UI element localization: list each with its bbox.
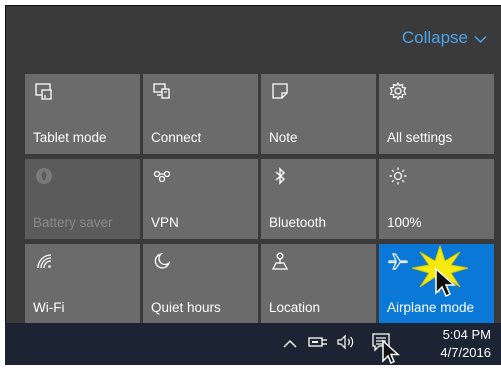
- tile-vpn[interactable]: VPN: [143, 159, 258, 239]
- gear-icon: [387, 80, 409, 102]
- action-center-panel: Collapse Tablet mode Connect Note All se…: [5, 5, 501, 324]
- tile-wifi[interactable]: Wi-Fi: [25, 244, 140, 324]
- tile-label: Connect: [151, 130, 202, 145]
- wifi-icon: [33, 250, 55, 272]
- tile-label: Airplane mode: [387, 300, 475, 315]
- screenshot-frame: Collapse Tablet mode Connect Note All se…: [0, 0, 501, 389]
- tile-all-settings[interactable]: All settings: [379, 74, 494, 154]
- brightness-icon: [387, 165, 409, 187]
- tile-brightness[interactable]: 100%: [379, 159, 494, 239]
- tile-label: 100%: [387, 215, 422, 230]
- tile-label: Bluetooth: [269, 215, 327, 230]
- chevron-down-icon: [474, 32, 487, 47]
- tile-label: Quiet hours: [151, 300, 221, 315]
- tile-note[interactable]: Note: [261, 74, 376, 154]
- tile-label: Battery saver: [33, 215, 113, 230]
- tile-airplane-mode[interactable]: Airplane mode: [379, 244, 494, 324]
- tile-label: Tablet mode: [33, 130, 107, 145]
- collapse-label: Collapse: [401, 28, 468, 47]
- tile-label: VPN: [151, 215, 179, 230]
- bluetooth-icon: [269, 165, 291, 187]
- network-icon[interactable]: [308, 335, 328, 353]
- note-icon: [269, 80, 291, 102]
- tile-quiet-hours[interactable]: Quiet hours: [143, 244, 258, 324]
- tablet-mode-icon: [33, 80, 55, 102]
- taskbar-clock[interactable]: 5:04 PM 4/7/2016: [440, 326, 491, 362]
- quick-actions-grid: Tablet mode Connect Note All settings Ba…: [25, 74, 494, 324]
- tile-label: Note: [269, 130, 298, 145]
- tile-label: All settings: [387, 130, 453, 145]
- tile-connect[interactable]: Connect: [143, 74, 258, 154]
- tile-bluetooth[interactable]: Bluetooth: [261, 159, 376, 239]
- location-icon: [269, 250, 291, 272]
- battery-saver-icon: [33, 165, 55, 187]
- moon-icon: [151, 250, 173, 272]
- chevron-up-icon[interactable]: [283, 336, 297, 353]
- clock-time: 5:04 PM: [442, 327, 491, 342]
- tile-label: Wi-Fi: [33, 300, 65, 315]
- vpn-icon: [151, 165, 173, 187]
- taskbar: 5:04 PM 4/7/2016: [5, 323, 501, 365]
- tile-location[interactable]: Location: [261, 244, 376, 324]
- tile-battery-saver[interactable]: Battery saver: [25, 159, 140, 239]
- airplane-icon: [387, 250, 409, 272]
- clock-date: 4/7/2016: [440, 345, 491, 360]
- tile-label: Location: [269, 300, 321, 315]
- collapse-button[interactable]: Collapse: [402, 28, 487, 48]
- volume-icon[interactable]: [336, 334, 356, 354]
- tile-tablet-mode[interactable]: Tablet mode: [25, 74, 140, 154]
- action-center-icon[interactable]: [371, 332, 391, 356]
- connect-icon: [151, 80, 173, 102]
